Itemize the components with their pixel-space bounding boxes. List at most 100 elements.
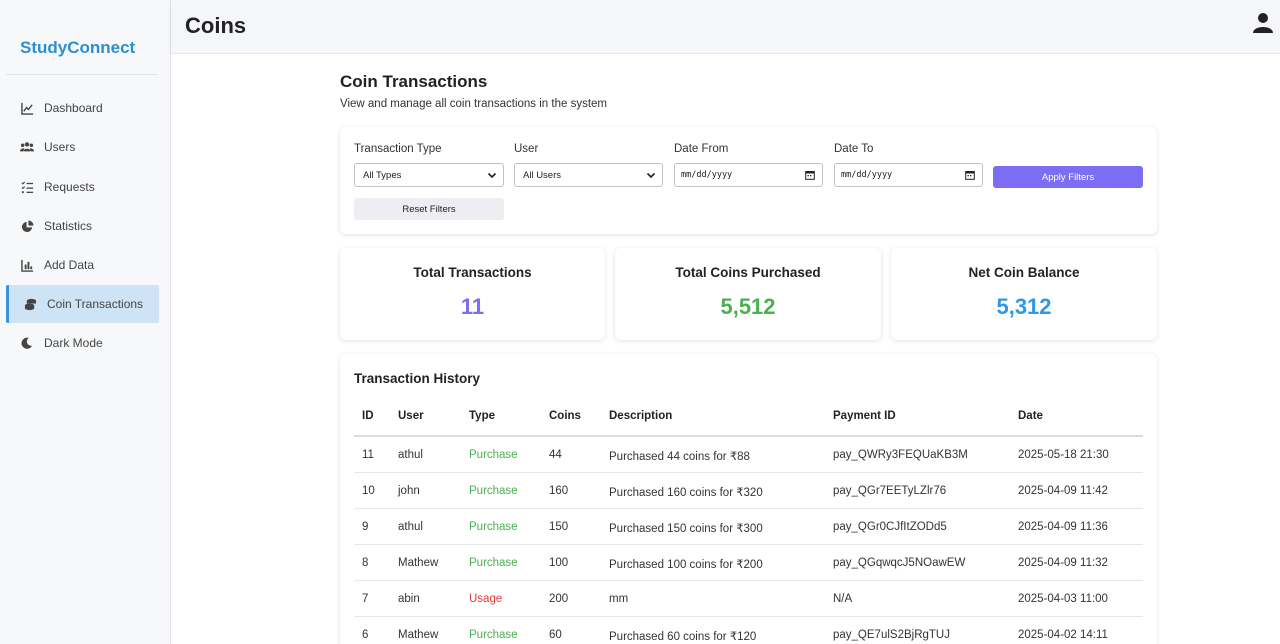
cell-date: 2025-04-09 11:32 [1018, 557, 1108, 569]
cell-coins: 150 [549, 521, 569, 533]
cell-user: Mathew [398, 629, 439, 641]
cell-description: Purchased 100 coins for ₹200 [609, 559, 763, 571]
cell-id: 10 [362, 485, 375, 497]
filters-card: Transaction Type All Types User All User… [340, 127, 1157, 234]
cell-type: Purchase [469, 629, 518, 641]
calendar-icon[interactable] [965, 170, 975, 180]
calendar-icon[interactable] [805, 170, 815, 180]
column-header-user[interactable]: User [398, 410, 424, 422]
table-row[interactable]: 8 Mathew Purchase 100 Purchased 100 coin… [354, 545, 1143, 581]
cell-user: abin [398, 593, 420, 605]
sidebar-item-label: Dark Mode [44, 336, 103, 350]
cell-description: Purchased 160 coins for ₹320 [609, 487, 763, 499]
date-to-input[interactable]: mm/dd/yyyy [834, 163, 983, 187]
net-coin-balance-card: Net Coin Balance 5,312 [891, 248, 1157, 340]
cell-payment-id: pay_QWRy3FEQUaKB3M [833, 449, 968, 461]
column-header-payment-id[interactable]: Payment ID [833, 410, 896, 422]
transaction-type-value: All Types [363, 169, 402, 181]
column-header-type[interactable]: Type [469, 410, 495, 422]
cell-coins: 60 [549, 629, 562, 641]
sidebar-item-label: Users [44, 140, 76, 154]
cell-payment-id: pay_QGr0CJfItZODd5 [833, 521, 947, 533]
date-from-input[interactable]: mm/dd/yyyy [674, 163, 823, 187]
cell-user: athul [398, 521, 423, 533]
cell-id: 6 [362, 629, 369, 641]
sidebar-item-requests[interactable]: Requests [6, 168, 159, 206]
cell-id: 7 [362, 593, 369, 605]
cell-payment-id: pay_QE7ulS2BjRgTUJ [833, 629, 950, 641]
cell-date: 2025-04-02 14:11 [1018, 629, 1108, 641]
apply-filters-button[interactable]: Apply Filters [993, 166, 1143, 188]
stat-title: Net Coin Balance [968, 265, 1080, 280]
sidebar-item-dashboard[interactable]: Dashboard [6, 89, 159, 127]
chevron-down-icon [646, 170, 656, 180]
cell-date: 2025-04-03 11:00 [1018, 593, 1108, 605]
cell-date: 2025-04-09 11:42 [1018, 485, 1108, 497]
cell-id: 9 [362, 521, 369, 533]
column-header-coins[interactable]: Coins [549, 410, 581, 422]
sidebar-item-coin-transactions[interactable]: Coin Transactions [6, 285, 159, 323]
stat-title: Total Transactions [413, 265, 532, 280]
cell-description: Purchased 60 coins for ₹120 [609, 631, 757, 643]
sidebar-item-add-data[interactable]: Add Data [6, 246, 159, 284]
cell-type: Usage [469, 593, 503, 605]
date-from-label: Date From [674, 143, 729, 155]
user-icon[interactable] [1252, 12, 1274, 34]
column-header-id[interactable]: ID [362, 410, 374, 422]
stat-value: 11 [460, 294, 485, 319]
brand-logo[interactable]: StudyConnect [20, 38, 135, 58]
table-row[interactable]: 9 athul Purchase 150 Purchased 150 coins… [354, 509, 1143, 545]
user-filter-label: User [514, 143, 539, 155]
cell-description: Purchased 44 coins for ₹88 [609, 451, 750, 463]
sidebar-item-users[interactable]: Users [6, 128, 159, 166]
cell-type: Purchase [469, 521, 518, 533]
sidebar-item-label: Requests [44, 180, 95, 194]
cell-user: athul [398, 449, 423, 461]
section-subtitle: View and manage all coin transactions in… [340, 98, 607, 110]
users-icon [20, 140, 34, 154]
transaction-history-card: Transaction History ID User Type Coins D… [340, 354, 1157, 644]
sidebar-item-dark-mode[interactable]: Dark Mode [6, 324, 159, 362]
cell-payment-id: pay_QGr7EETyLZlr76 [833, 485, 947, 497]
cell-coins: 160 [549, 485, 569, 497]
cell-user: john [398, 485, 420, 497]
table-row[interactable]: 10 john Purchase 160 Purchased 160 coins… [354, 473, 1143, 509]
cell-payment-id: pay_QGqwqcJ5NOawEW [833, 557, 966, 569]
stat-title: Total Coins Purchased [675, 265, 821, 280]
stat-value: 5,512 [720, 294, 776, 319]
chevron-down-icon [487, 170, 497, 180]
cell-id: 11 [362, 449, 374, 461]
user-filter-value: All Users [523, 169, 562, 181]
cell-user: Mathew [398, 557, 439, 569]
stat-value: 5,312 [996, 294, 1052, 319]
cell-type: Purchase [469, 449, 518, 461]
top-bar: Coins [171, 0, 1280, 54]
sidebar-item-label: Add Data [44, 258, 95, 272]
transaction-type-select[interactable]: All Types [354, 163, 504, 187]
moon-icon [20, 336, 34, 350]
sidebar-item-statistics[interactable]: Statistics [6, 207, 159, 245]
total-transactions-card: Total Transactions 11 [340, 248, 605, 340]
cell-description: Purchased 150 coins for ₹300 [609, 523, 763, 535]
table-row[interactable]: 6 Mathew Purchase 60 Purchased 60 coins … [354, 617, 1143, 644]
cell-coins: 200 [549, 593, 569, 605]
reset-filters-button[interactable]: Reset Filters [354, 198, 504, 220]
column-header-description[interactable]: Description [609, 410, 672, 422]
cell-date: 2025-05-18 21:30 [1018, 449, 1109, 461]
bar-chart-icon [20, 258, 34, 272]
total-coins-purchased-card: Total Coins Purchased 5,512 [615, 248, 881, 340]
cell-id: 8 [362, 557, 369, 569]
user-select[interactable]: All Users [514, 163, 663, 187]
cell-payment-id: N/A [833, 593, 853, 605]
sidebar-item-label: Coin Transactions [47, 297, 144, 311]
column-header-date[interactable]: Date [1018, 410, 1043, 422]
table-row[interactable]: 7 abin Usage 200 mm N/A 2025-04-03 11:00 [354, 581, 1143, 617]
cell-description: mm [609, 593, 629, 605]
sidebar-item-label: Statistics [44, 219, 93, 233]
sidebar: StudyConnect Dashboard Users Requests St… [0, 0, 171, 644]
table-row[interactable]: 11 athul Purchase 44 Purchased 44 coins … [354, 437, 1143, 473]
cell-type: Purchase [469, 557, 518, 569]
list-check-icon [20, 180, 34, 194]
coins-icon [23, 297, 37, 311]
sidebar-item-label: Dashboard [44, 101, 103, 115]
